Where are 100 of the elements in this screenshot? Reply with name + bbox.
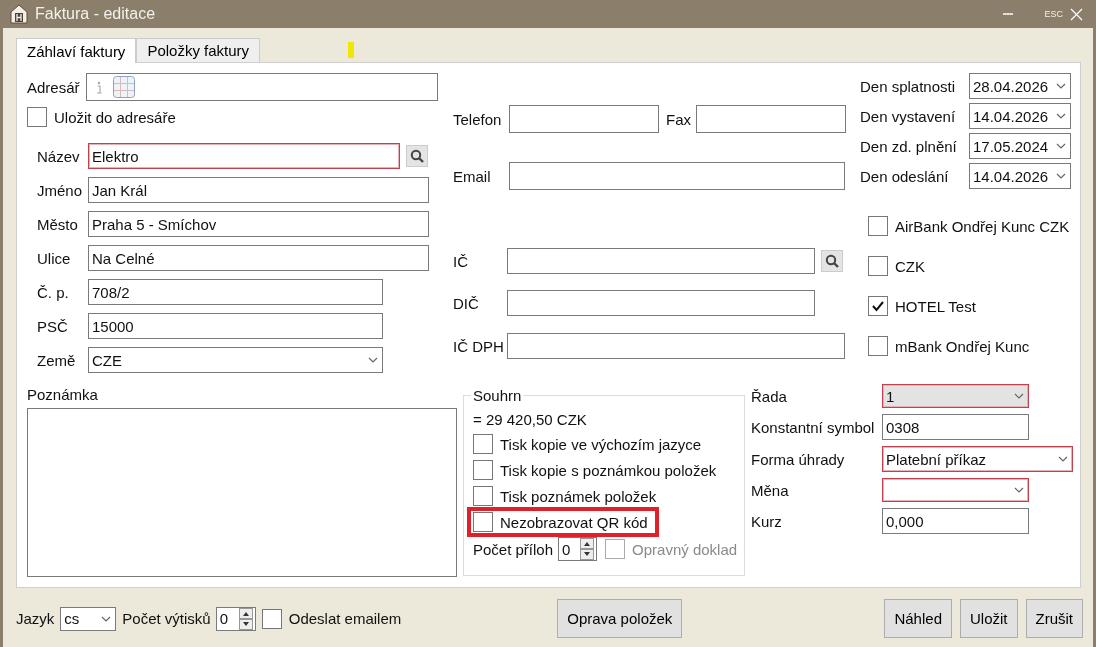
chevron-icon (101, 615, 112, 622)
spinner-icon (580, 538, 595, 560)
field-label: Den vystavení (860, 107, 957, 125)
field-label: IČ DPH (453, 337, 505, 355)
search-icon (825, 254, 839, 268)
field-label: Konstantní symbol (751, 418, 876, 436)
input-field[interactable]: 0,000 (882, 508, 1029, 534)
input-field[interactable]: Praha 5 - Smíchov (88, 211, 429, 237)
dropdown-field[interactable]: 17.05.2024 (969, 133, 1071, 159)
input-field[interactable]: 0308 (882, 414, 1029, 440)
field-label: PSČ (36, 317, 69, 335)
field-label: Řada (751, 387, 788, 405)
input-field[interactable] (507, 333, 845, 359)
checkbox-label[interactable]: Nezobrazovat QR kód (500, 513, 648, 531)
checkbox-label[interactable]: AirBank Ondřej Kunc CZK (895, 217, 1070, 235)
field-label: Den odeslání (860, 167, 950, 185)
chevron-icon (1056, 173, 1066, 179)
group-title: Souhrn (472, 387, 523, 404)
shortcut-hint: ESC (1044, 9, 1063, 19)
chevron-icon (1056, 83, 1066, 89)
close-icon (1070, 7, 1083, 21)
search-icon (410, 149, 424, 163)
checkbox-label[interactable]: CZK (895, 257, 925, 275)
table-icon (113, 76, 135, 98)
input-field[interactable] (509, 105, 659, 133)
checkbox[interactable] (473, 486, 493, 506)
field-label: Den zd. plnění (860, 137, 958, 155)
checkbox[interactable] (473, 512, 493, 532)
input-field[interactable] (507, 290, 815, 316)
window-title: Faktura - editace (35, 5, 157, 23)
dropdown-field[interactable] (882, 478, 1029, 502)
input-field[interactable] (86, 73, 438, 101)
dropdown-field[interactable]: 14.04.2026 (969, 163, 1071, 189)
input-field[interactable]: Elektro (88, 143, 400, 169)
field-label: Jméno (36, 181, 84, 199)
checkbox-label[interactable]: Odeslat emailem (288, 610, 402, 627)
checkbox[interactable] (473, 460, 493, 480)
field-label: IČ (453, 252, 469, 270)
chevron-icon (1014, 393, 1024, 399)
preview-button[interactable]: Náhled (884, 599, 952, 638)
input-field[interactable]: 708/2 (88, 279, 383, 305)
field-label: Adresář (27, 78, 81, 96)
checkbox[interactable] (473, 434, 493, 454)
field-label: Počet výtisků (122, 610, 211, 627)
field-label: Forma úhrady (751, 450, 846, 468)
tab[interactable]: Položky faktury (136, 38, 261, 62)
field-label: Jazyk (16, 610, 55, 627)
spinner-icon (238, 607, 253, 630)
input-field[interactable]: 15000 (88, 313, 383, 339)
minimize-icon (1003, 13, 1014, 15)
checkbox-label[interactable]: Uložit do adresáře (54, 108, 176, 126)
dropdown-field[interactable]: 28.04.2026 (969, 73, 1071, 99)
search-button[interactable] (821, 250, 843, 272)
save-button[interactable]: Uložit (960, 599, 1018, 638)
checkbox-label[interactable]: Tisk kopie ve výchozím jazyce (500, 435, 702, 453)
search-button[interactable] (406, 145, 428, 167)
checkbox[interactable] (868, 256, 888, 276)
chevron-icon (1056, 143, 1066, 149)
checkbox[interactable] (868, 216, 888, 236)
dropdown-field[interactable]: CZE (88, 347, 383, 373)
field-label: Email (453, 167, 492, 185)
field-label: Den splatnosti (860, 77, 957, 95)
field-label: Č. p. (36, 283, 70, 301)
dropdown-field[interactable]: 14.04.2026 (969, 103, 1071, 129)
checkbox-label[interactable]: Tisk poznámek položek (500, 487, 657, 505)
input-field[interactable]: Jan Král (88, 177, 429, 203)
dropdown-field[interactable]: cs (60, 606, 117, 631)
input-field[interactable] (507, 248, 815, 274)
note-field[interactable] (27, 408, 457, 577)
checkbox-label[interactable]: HOTEL Test (895, 297, 976, 315)
field-label: Počet příloh (473, 540, 554, 558)
tab[interactable]: Záhlaví faktury (16, 38, 137, 63)
checkbox-label[interactable]: Tisk kopie s poznámkou položek (500, 461, 717, 479)
field-label: Fax (666, 110, 691, 128)
field-label: Kurz (751, 512, 783, 530)
number-field[interactable]: 0 (215, 606, 256, 631)
checkbox[interactable] (261, 608, 282, 629)
checkbox[interactable] (868, 296, 888, 316)
dropdown-field[interactable]: Platební příkaz (882, 446, 1073, 472)
field-label: Země (36, 351, 77, 369)
checkbox[interactable] (27, 107, 47, 127)
field-label: Ulice (36, 249, 72, 267)
chevron-icon (1058, 456, 1068, 462)
input-field[interactable] (696, 105, 846, 133)
input-field[interactable]: Na Celné (88, 245, 429, 271)
field-label: Poznámka (27, 386, 99, 403)
chevron-icon (368, 357, 378, 363)
checkbox[interactable] (868, 336, 888, 356)
info-icon (96, 80, 103, 94)
number-field[interactable]: 0 (558, 537, 598, 561)
input-field[interactable] (509, 162, 845, 190)
cancel-button[interactable]: Zrušit (1025, 599, 1083, 638)
total-amount: = 29 420,50 CZK (473, 411, 588, 428)
house-icon (10, 4, 28, 24)
fix-items-button[interactable]: Oprava položek (557, 599, 683, 638)
chevron-icon (1014, 487, 1024, 493)
checkbox-label[interactable]: mBank Ondřej Kunc (895, 337, 1030, 355)
chevron-icon (1056, 113, 1066, 119)
field-label: DIČ (453, 294, 480, 312)
highlight-marker (348, 42, 355, 58)
